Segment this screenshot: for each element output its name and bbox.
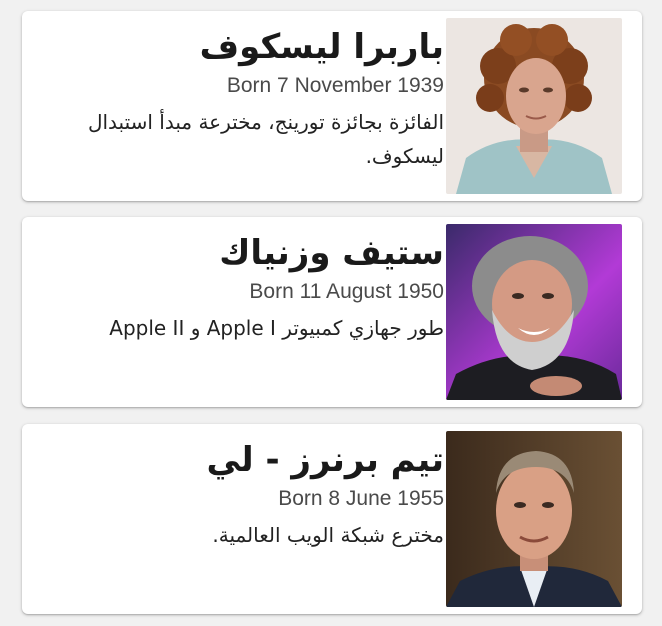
birth-date: Born 8 June 1955 bbox=[278, 487, 444, 510]
person-description: مخترع شبكة الويب العالمية. bbox=[212, 523, 444, 547]
birth-date: Born 11 August 1950 bbox=[249, 280, 444, 303]
person-description: طور جهازي كمبيوتر Apple I و Apple II bbox=[109, 316, 444, 340]
card-text: باربرا ليسكوف Born 7 November 1939 الفائ… bbox=[44, 11, 444, 173]
person-description: الفائزة بجائزة تورينج، مخترعة مبدأ استبد… bbox=[87, 110, 444, 168]
person-photo bbox=[446, 224, 622, 400]
birth-date: Born 7 November 1939 bbox=[226, 74, 444, 97]
person-photo bbox=[446, 431, 622, 607]
person-name: باربرا ليسكوف bbox=[199, 27, 444, 67]
person-photo bbox=[446, 18, 622, 194]
person-card-liskov[interactable]: باربرا ليسكوف Born 7 November 1939 الفائ… bbox=[22, 11, 642, 201]
person-name: ستيف وزنياك bbox=[219, 233, 444, 273]
card-text: ستيف وزنياك Born 11 August 1950 طور جهاز… bbox=[44, 217, 444, 345]
person-card-wozniak[interactable]: ستيف وزنياك Born 11 August 1950 طور جهاز… bbox=[22, 217, 642, 407]
card-text: تيم برنرز - لي Born 8 June 1955 مخترع شب… bbox=[44, 424, 444, 552]
person-name: تيم برنرز - لي bbox=[206, 440, 444, 480]
person-card-berners-lee[interactable]: تيم برنرز - لي Born 8 June 1955 مخترع شب… bbox=[22, 424, 642, 614]
